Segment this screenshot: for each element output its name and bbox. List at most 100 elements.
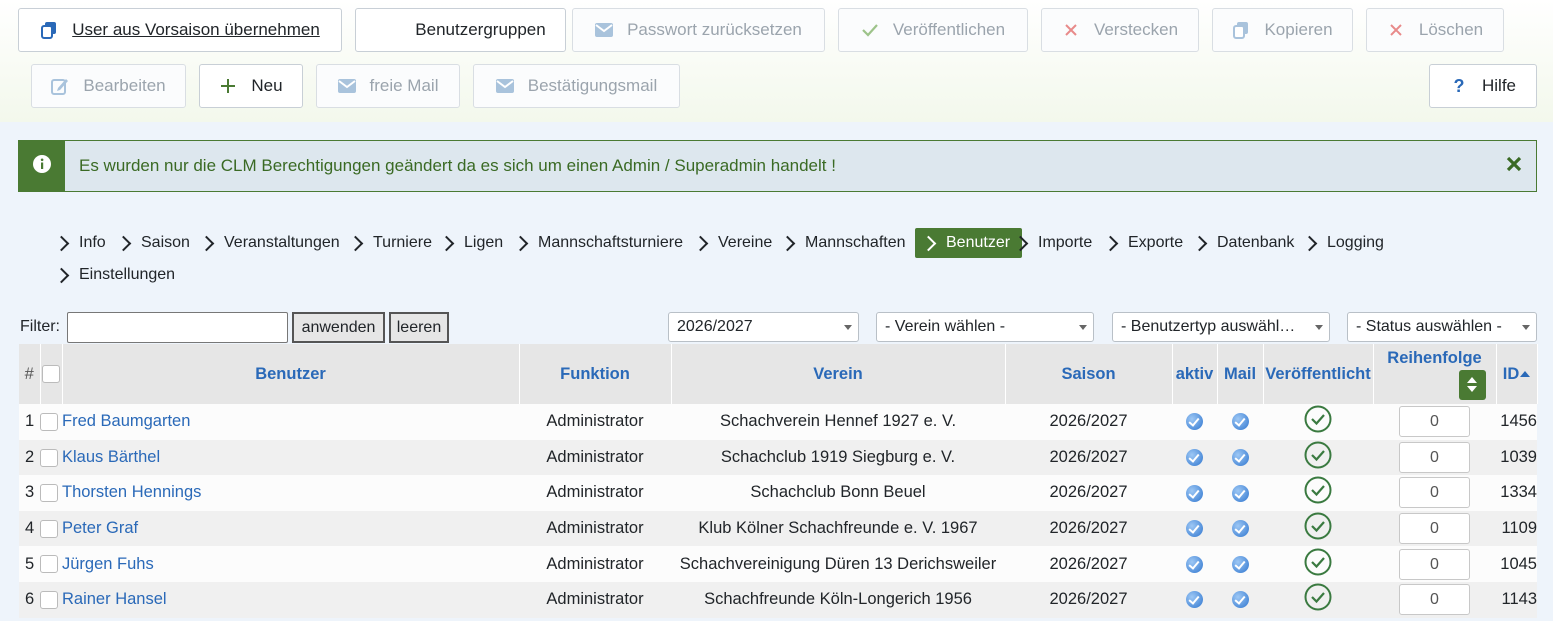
chevron-right-icon — [1102, 235, 1119, 251]
active-check-icon[interactable] — [1186, 484, 1203, 502]
edit-button[interactable]: Bearbeiten — [31, 64, 186, 108]
status-select[interactable]: - Status auswählen - — [1347, 312, 1537, 342]
user-groups-button[interactable]: Benutzergruppen — [355, 8, 566, 52]
free-mail-button[interactable]: freie Mail — [316, 64, 460, 108]
nav-label: Mannschaften — [805, 234, 906, 251]
button-label: freie Mail — [369, 76, 439, 95]
header-user[interactable]: Benutzer — [62, 344, 520, 404]
header-active[interactable]: aktiv — [1172, 344, 1218, 404]
help-button[interactable]: ? Hilfe — [1429, 64, 1537, 108]
user-link[interactable]: Fred Baumgarten — [62, 412, 190, 430]
row-checkbox[interactable] — [40, 448, 58, 467]
published-check-icon[interactable] — [1304, 441, 1332, 474]
header-order[interactable]: Reihenfolge — [1374, 349, 1496, 368]
order-input[interactable]: 0 — [1399, 441, 1470, 473]
mail-check-icon[interactable] — [1231, 555, 1249, 573]
nav-item-logging[interactable]: Logging — [1301, 228, 1384, 258]
user-link[interactable]: Jürgen Fuhs — [62, 555, 154, 573]
mail-check-icon[interactable] — [1231, 484, 1249, 502]
nav-item-vereine[interactable]: Vereine — [692, 228, 772, 258]
row-checkbox[interactable] — [40, 555, 58, 574]
nav-item-veranstaltungen[interactable]: Veranstaltungen — [198, 228, 340, 258]
nav-item-exporte[interactable]: Exporte — [1102, 228, 1183, 258]
nav-item-ligen[interactable]: Ligen — [438, 228, 503, 258]
chevron-right-icon — [438, 235, 455, 251]
header-id[interactable]: ID — [1503, 365, 1520, 383]
active-check-icon[interactable] — [1186, 449, 1203, 467]
filter-input[interactable] — [67, 312, 288, 343]
chevron-right-icon — [1301, 235, 1318, 251]
user-link[interactable]: Rainer Hansel — [62, 590, 167, 608]
order-input[interactable]: 0 — [1399, 584, 1470, 616]
function-cell: Administrator — [519, 475, 671, 511]
active-check-icon[interactable] — [1186, 591, 1203, 609]
nav-label: Saison — [141, 234, 190, 251]
row-checkbox[interactable] — [40, 412, 58, 431]
user-link[interactable]: Peter Graf — [62, 519, 138, 537]
nav-item-datenbank[interactable]: Datenbank — [1191, 228, 1294, 258]
header-published[interactable]: Veröffentlicht — [1263, 344, 1374, 404]
alert-close-button[interactable] — [1492, 156, 1536, 177]
order-cell: 0 — [1373, 510, 1496, 547]
new-button[interactable]: Neu — [199, 64, 303, 108]
nav-item-info[interactable]: Info — [53, 228, 106, 258]
save-order-button[interactable] — [1458, 369, 1486, 400]
published-check-icon[interactable] — [1304, 583, 1332, 616]
mail-check-icon[interactable] — [1231, 591, 1249, 609]
user-cell: Fred Baumgarten — [62, 404, 519, 440]
clear-filter-button[interactable]: leeren — [389, 312, 449, 343]
order-input[interactable]: 0 — [1399, 513, 1470, 545]
table-row: 2 Klaus Bärthel Administrator Schachclub 19… — [19, 439, 1537, 476]
nav-item-einstellungen[interactable]: Einstellungen — [53, 260, 175, 290]
row-checkbox[interactable] — [40, 484, 58, 503]
nav-label: Info — [79, 234, 106, 251]
user-link[interactable]: Klaus Bärthel — [62, 448, 160, 466]
apply-filter-button[interactable]: anwenden — [292, 312, 385, 343]
header-club[interactable]: Verein — [671, 344, 1006, 404]
mail-check-icon[interactable] — [1231, 449, 1249, 467]
published-check-icon[interactable] — [1304, 476, 1332, 509]
season-select[interactable]: 2026/2027 — [668, 312, 859, 342]
hide-button[interactable]: Verstecken — [1041, 8, 1199, 52]
published-check-icon[interactable] — [1304, 405, 1332, 438]
id-cell: 1039 — [1496, 439, 1537, 476]
copy-button[interactable]: Kopieren — [1212, 8, 1353, 52]
row-checkbox-cell — [40, 404, 62, 440]
reset-password-button[interactable]: Passwort zurücksetzen — [572, 8, 825, 52]
nav-item-importe[interactable]: Importe — [1012, 228, 1092, 258]
mail-check-icon[interactable] — [1231, 520, 1249, 538]
table-header: # Benutzer Funktion Verein Saison aktiv … — [19, 344, 1538, 404]
publish-button[interactable]: Veröffentlichen — [838, 8, 1028, 52]
copy-from-previous-season-button[interactable]: User aus Vorsaison übernehmen — [18, 8, 342, 52]
nav-label: Veranstaltungen — [224, 234, 340, 251]
filter-label: Filter: — [20, 318, 60, 335]
order-input[interactable]: 0 — [1399, 477, 1470, 509]
active-check-icon[interactable] — [1186, 555, 1203, 573]
header-function[interactable]: Funktion — [519, 344, 672, 404]
usertype-select[interactable]: - Benutzertyp auswähl… — [1112, 312, 1330, 342]
active-check-icon[interactable] — [1186, 520, 1203, 538]
nav-item-saison[interactable]: Saison — [115, 228, 190, 258]
nav-item-benutzer[interactable]: Benutzer — [915, 228, 1023, 258]
row-checkbox[interactable] — [40, 519, 58, 538]
active-cell — [1172, 546, 1217, 582]
user-link[interactable]: Thorsten Hennings — [62, 483, 201, 501]
mail-check-icon[interactable] — [1231, 413, 1249, 431]
select-all-checkbox[interactable] — [42, 365, 60, 384]
published-check-icon[interactable] — [1304, 548, 1332, 581]
order-input[interactable]: 0 — [1399, 406, 1470, 438]
header-season[interactable]: Saison — [1005, 344, 1173, 404]
club-cell: Schachclub 1919 Siegburg e. V. — [671, 439, 1005, 476]
active-check-icon[interactable] — [1186, 413, 1203, 431]
header-mail[interactable]: Mail — [1217, 344, 1264, 404]
published-check-icon[interactable] — [1304, 512, 1332, 545]
row-checkbox[interactable] — [40, 590, 58, 609]
confirmation-mail-button[interactable]: Bestätigungsmail — [473, 64, 680, 108]
delete-button[interactable]: Löschen — [1366, 8, 1504, 52]
season-cell: 2026/2027 — [1005, 510, 1172, 547]
nav-item-turniere[interactable]: Turniere — [347, 228, 432, 258]
order-input[interactable]: 0 — [1399, 548, 1470, 580]
nav-item-mannschaftsturniere[interactable]: Mannschaftsturniere — [512, 228, 683, 258]
club-select[interactable]: - Verein wählen - — [876, 312, 1094, 342]
nav-item-mannschaften[interactable]: Mannschaften — [779, 228, 906, 258]
